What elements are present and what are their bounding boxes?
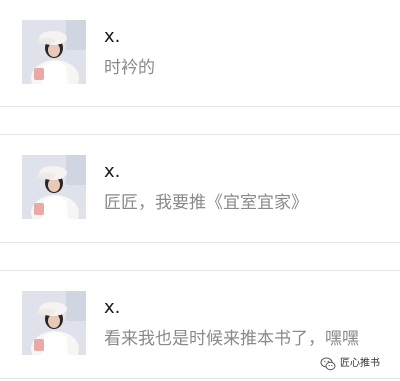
divider (0, 106, 400, 107)
comment-item: x. 匠匠，我要推《宜室宜家》 (0, 155, 400, 245)
watermark: 匠心推书 (320, 356, 380, 372)
comment-text: 看来我也是时候来推本书了，嘿嘿 (104, 329, 359, 349)
avatar[interactable] (22, 20, 86, 84)
comment-item: x. 时衿的 (0, 20, 400, 110)
wechat-icon (320, 357, 336, 371)
comment-text: 匠匠，我要推《宜室宜家》 (104, 193, 308, 213)
divider (0, 378, 400, 379)
comment-username[interactable]: x. (104, 26, 120, 48)
divider (0, 134, 400, 135)
avatar[interactable] (22, 155, 86, 219)
divider (0, 242, 400, 243)
comment-username[interactable]: x. (104, 297, 120, 319)
avatar[interactable] (22, 291, 86, 355)
comment-username[interactable]: x. (104, 161, 120, 183)
divider (0, 270, 400, 271)
watermark-text: 匠心推书 (340, 358, 380, 369)
comment-text: 时衿的 (104, 58, 155, 78)
